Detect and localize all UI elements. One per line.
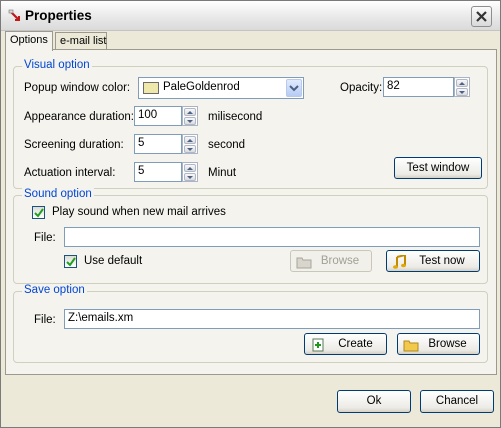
check-icon xyxy=(66,257,76,267)
spin-down-icon xyxy=(187,176,193,179)
properties-window: Properties Options e-mail list Visual op… xyxy=(0,0,501,428)
folder-icon xyxy=(296,255,312,269)
ok-button-label: Ok xyxy=(366,395,382,407)
screening-duration-unit: second xyxy=(208,139,246,151)
tab-options[interactable]: Options xyxy=(5,31,53,51)
appearance-duration-spinner[interactable] xyxy=(182,106,198,126)
use-default-label: Use default xyxy=(84,255,143,267)
tab-options-label: Options xyxy=(10,34,48,46)
visual-option-legend: Visual option xyxy=(22,59,92,71)
app-icon xyxy=(8,9,22,23)
spin-down-button[interactable] xyxy=(456,88,468,96)
sound-option-group: Sound option Play sound when new mail ar… xyxy=(13,188,488,284)
tab-email-list-label: e-mail list xyxy=(60,35,107,47)
tab-email-list[interactable]: e-mail list xyxy=(55,32,107,50)
chevron-down-icon xyxy=(289,85,299,92)
test-window-button-label: Test window xyxy=(406,162,470,174)
spin-up-button[interactable] xyxy=(184,108,196,116)
use-default-checkbox[interactable] xyxy=(64,255,77,268)
save-option-group: Save option File: Z:\emails.xm Create Br… xyxy=(13,284,488,363)
cancel-button-label: Chancel xyxy=(435,395,479,407)
tab-strip: Options e-mail list xyxy=(5,31,497,51)
sound-file-label: File: xyxy=(34,232,56,244)
screening-duration-input[interactable]: 5 xyxy=(134,134,182,154)
spin-up-icon xyxy=(459,82,465,85)
sound-option-legend: Sound option xyxy=(22,188,94,200)
close-button[interactable] xyxy=(471,6,492,27)
new-document-icon xyxy=(310,338,326,352)
save-option-legend: Save option xyxy=(22,284,87,296)
spin-down-button[interactable] xyxy=(184,173,196,181)
popup-color-select[interactable]: PaleGoldenrod xyxy=(138,77,304,99)
save-browse-label: Browse xyxy=(428,338,467,350)
play-sound-checkbox[interactable] xyxy=(32,206,45,219)
actuation-interval-label: Actuation interval: xyxy=(24,167,116,179)
sound-browse-button[interactable]: Browse xyxy=(290,250,372,272)
window-title: Properties xyxy=(25,8,92,23)
actuation-interval-input[interactable]: 5 xyxy=(134,162,182,182)
save-browse-button[interactable]: Browse xyxy=(397,333,480,355)
spin-up-button[interactable] xyxy=(184,136,196,144)
spin-up-icon xyxy=(187,111,193,114)
opacity-input[interactable]: 82 xyxy=(383,77,454,97)
save-file-input[interactable]: Z:\emails.xm xyxy=(64,309,480,329)
appearance-duration-input[interactable]: 100 xyxy=(134,106,182,126)
screening-duration-spinner[interactable] xyxy=(182,134,198,154)
title-bar: Properties xyxy=(1,1,500,31)
save-file-label: File: xyxy=(34,314,56,326)
sound-browse-label: Browse xyxy=(320,255,360,267)
spin-down-button[interactable] xyxy=(184,145,196,153)
create-button[interactable]: Create xyxy=(304,333,387,355)
music-note-icon xyxy=(392,253,408,269)
test-window-button[interactable]: Test window xyxy=(394,157,482,179)
spin-up-button[interactable] xyxy=(456,79,468,87)
spin-down-icon xyxy=(459,91,465,94)
visual-option-group: Visual option Popup window color: PaleGo… xyxy=(13,59,488,189)
close-icon xyxy=(476,11,487,22)
actuation-interval-spinner[interactable] xyxy=(182,162,198,182)
screening-duration-label: Screening duration: xyxy=(24,139,124,151)
popup-color-value: PaleGoldenrod xyxy=(163,81,240,93)
spin-up-icon xyxy=(187,139,193,142)
check-icon xyxy=(34,208,44,218)
spin-up-icon xyxy=(187,167,193,170)
cancel-button[interactable]: Chancel xyxy=(420,390,494,413)
test-now-button[interactable]: Test now xyxy=(386,250,480,272)
spin-down-button[interactable] xyxy=(184,117,196,125)
spin-down-icon xyxy=(187,120,193,123)
sound-file-input[interactable] xyxy=(64,227,480,247)
test-now-label: Test now xyxy=(419,255,465,267)
appearance-duration-unit: milisecond xyxy=(208,111,263,123)
color-swatch xyxy=(143,82,159,94)
dropdown-button[interactable] xyxy=(286,79,302,97)
opacity-spinner[interactable] xyxy=(454,77,470,97)
opacity-label: Opacity: xyxy=(340,82,383,94)
spin-up-button[interactable] xyxy=(184,164,196,172)
play-sound-label: Play sound when new mail arrives xyxy=(52,206,226,218)
create-label: Create xyxy=(338,338,373,350)
appearance-duration-label: Appearance duration: xyxy=(24,111,134,123)
popup-color-label: Popup window color: xyxy=(24,82,131,94)
ok-button[interactable]: Ok xyxy=(337,390,411,413)
spin-down-icon xyxy=(187,148,193,151)
actuation-interval-unit: Minut xyxy=(208,167,237,179)
options-panel: Visual option Popup window color: PaleGo… xyxy=(5,49,497,375)
folder-icon xyxy=(403,338,419,352)
